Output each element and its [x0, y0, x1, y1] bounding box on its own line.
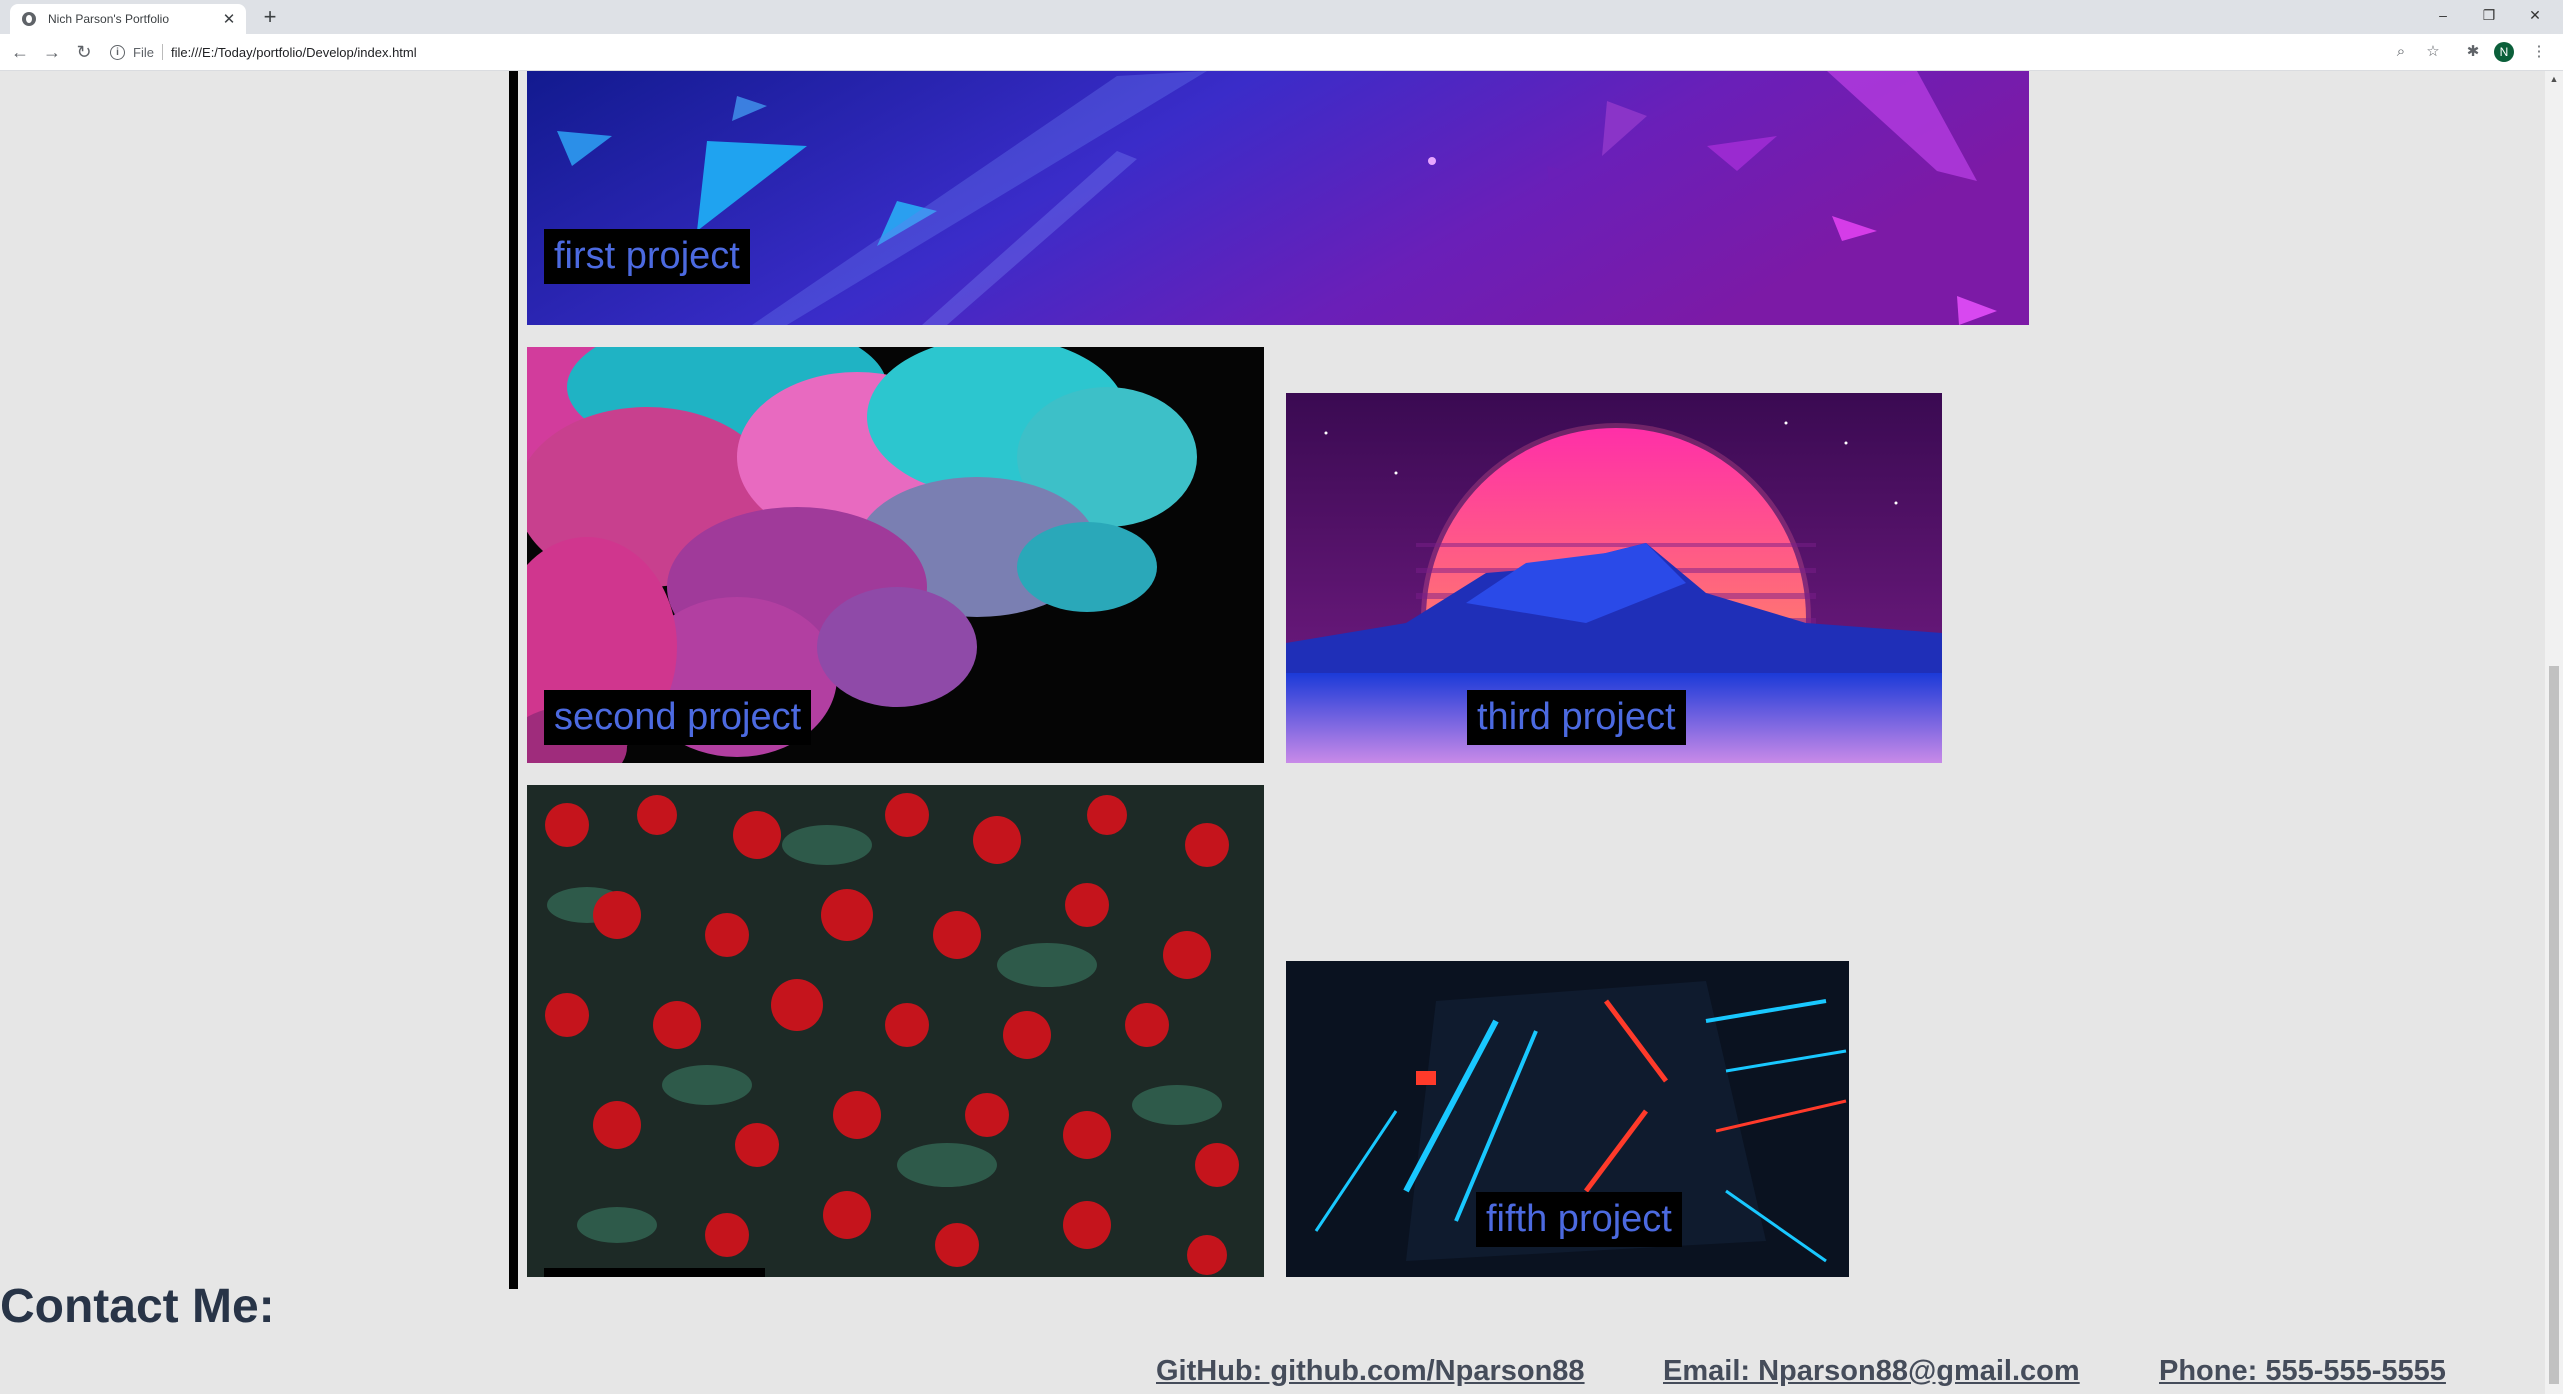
menu-kebab-icon[interactable]: ⋮ — [2528, 41, 2550, 63]
contact-heading: Contact Me: — [0, 1280, 275, 1333]
profile-avatar[interactable]: N — [2494, 42, 2514, 62]
project-card-forth[interactable]: forth project — [527, 785, 1264, 1277]
project-label-fifth[interactable]: fifth project — [1476, 1192, 1682, 1247]
close-window-button[interactable]: ✕ — [2512, 0, 2558, 30]
tab-title: Nich Parson's Portfolio — [48, 12, 170, 26]
project-label-third[interactable]: third project — [1467, 690, 1686, 745]
github-link[interactable]: GitHub: github.com/Nparson88 — [1156, 1355, 1585, 1388]
red-roses-image — [527, 785, 1264, 1277]
address-divider — [161, 44, 163, 60]
globe-icon — [22, 12, 36, 26]
close-tab-icon[interactable]: ✕ — [220, 10, 238, 28]
page-viewport: first project second project third proje… — [0, 71, 2545, 1394]
zoom-icon[interactable]: ⌕ — [2390, 41, 2412, 63]
project-card-first[interactable]: first project — [527, 71, 2029, 325]
browser-tab-strip: Nich Parson's Portfolio ✕ + – ❐ ✕ — [0, 0, 2563, 34]
back-arrow-icon[interactable]: ← — [8, 40, 32, 64]
reload-icon[interactable]: ↻ — [72, 40, 96, 64]
project-card-second[interactable]: second project — [527, 347, 1264, 763]
minimize-button[interactable]: – — [2420, 0, 2466, 30]
restore-button[interactable]: ❐ — [2466, 0, 2512, 30]
project-label-forth[interactable]: forth project — [544, 1268, 765, 1277]
email-link[interactable]: Email: Nparson88@gmail.com — [1663, 1355, 2080, 1388]
browser-toolbar: ← → ↻ i File file:///E:/Today/portfolio/… — [0, 34, 2563, 71]
scroll-up-arrow-icon[interactable]: ▲ — [2545, 71, 2563, 87]
project-card-fifth[interactable]: fifth project — [1286, 961, 1849, 1277]
info-icon[interactable]: i — [110, 44, 125, 60]
url-text[interactable]: file:///E:/Today/portfolio/Develop/index… — [171, 45, 417, 60]
vertical-scrollbar[interactable]: ▲ — [2545, 71, 2563, 1394]
forward-arrow-icon[interactable]: → — [40, 40, 64, 64]
project-label-first[interactable]: first project — [544, 229, 750, 284]
abstract-purple-image — [527, 71, 2029, 325]
scrollbar-thumb[interactable] — [2549, 666, 2559, 1384]
scheme-label: File — [133, 44, 154, 60]
phone-link[interactable]: Phone: 555-555-5555 — [2159, 1355, 2446, 1388]
new-tab-button[interactable]: + — [258, 5, 282, 29]
browser-tab[interactable]: Nich Parson's Portfolio ✕ — [10, 4, 246, 34]
project-label-second[interactable]: second project — [544, 690, 812, 745]
projects-left-border — [509, 71, 518, 1289]
extensions-puzzle-icon[interactable]: ✱ — [2462, 41, 2484, 63]
project-card-third[interactable]: third project — [1286, 393, 1942, 763]
bookmark-star-icon[interactable]: ☆ — [2422, 41, 2444, 63]
address-bar[interactable]: i File file:///E:/Today/portfolio/Develo… — [110, 38, 2400, 66]
